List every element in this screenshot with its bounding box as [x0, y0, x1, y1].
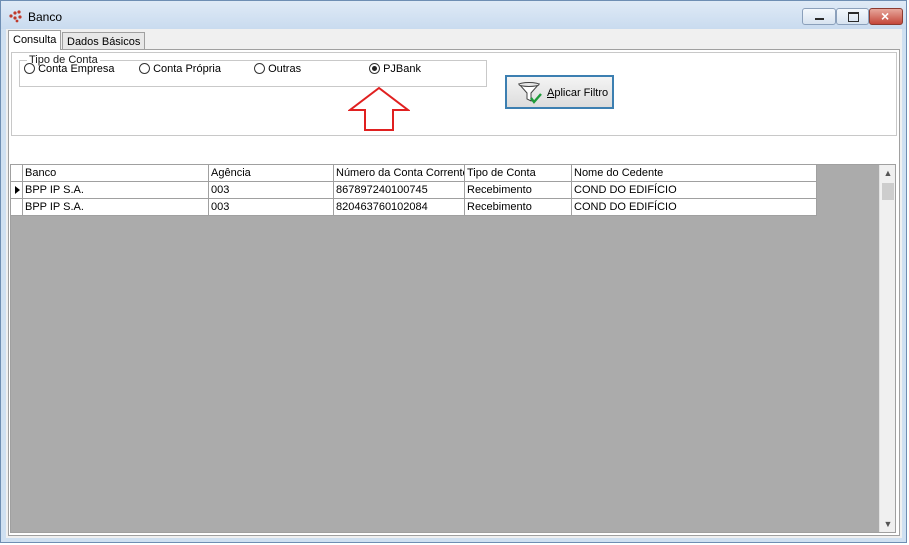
- scroll-thumb[interactable]: [882, 183, 894, 200]
- vertical-scrollbar[interactable]: ▲ ▼: [879, 165, 895, 532]
- main-window: Banco × Consulta Dados Básicos Tipo de C…: [0, 0, 907, 543]
- minimize-button[interactable]: [802, 8, 836, 25]
- accounts-grid[interactable]: Banco Agência Número da Conta Corrente T…: [10, 164, 896, 533]
- row-header-current[interactable]: [11, 182, 23, 199]
- table-cell[interactable]: 867897240100745: [334, 182, 465, 199]
- radio-conta-propria[interactable]: Conta Própria: [139, 63, 221, 75]
- radio-checked-icon: [369, 63, 380, 74]
- maximize-icon: [848, 12, 859, 22]
- radio-unchecked-icon: [24, 63, 35, 74]
- maximize-button[interactable]: [836, 8, 869, 25]
- table-cell[interactable]: 003: [209, 182, 334, 199]
- table-cell[interactable]: COND DO EDIFÍCIO: [572, 182, 817, 199]
- current-row-pointer-icon: [15, 186, 20, 194]
- minimize-icon: [815, 18, 824, 20]
- scroll-down-icon[interactable]: ▼: [880, 516, 895, 532]
- table-cell[interactable]: COND DO EDIFÍCIO: [572, 199, 817, 216]
- table-cell[interactable]: BPP IP S.A.: [23, 182, 209, 199]
- radio-label: Conta Própria: [153, 63, 221, 75]
- tab-dados-basicos[interactable]: Dados Básicos: [62, 32, 146, 50]
- window-title: Banco: [28, 10, 63, 24]
- close-icon: ×: [881, 8, 890, 24]
- table-cell[interactable]: Recebimento: [465, 199, 572, 216]
- column-header-numero-conta[interactable]: Número da Conta Corrente: [334, 165, 465, 182]
- column-header-banco[interactable]: Banco: [23, 165, 209, 182]
- table-cell[interactable]: BPP IP S.A.: [23, 199, 209, 216]
- column-header-tipo-conta[interactable]: Tipo de Conta: [465, 165, 572, 182]
- table-cell[interactable]: 820463760102084: [334, 199, 465, 216]
- column-header-agencia[interactable]: Agência: [209, 165, 334, 182]
- radio-label: PJBank: [383, 63, 421, 75]
- app-logo-icon: [9, 10, 22, 23]
- filter-funnel-icon: [517, 82, 542, 104]
- column-header-nome-cedente[interactable]: Nome do Cedente: [572, 165, 817, 182]
- radio-label: Outras: [268, 63, 302, 75]
- title-bar[interactable]: Banco ×: [1, 1, 906, 29]
- row-header[interactable]: [11, 199, 23, 216]
- filter-panel: Tipo de Conta Conta Empresa Conta Própri…: [11, 52, 897, 136]
- grid-body: Banco Agência Número da Conta Corrente T…: [11, 165, 881, 532]
- table-cell[interactable]: Recebimento: [465, 182, 572, 199]
- grid-corner: [11, 165, 23, 182]
- scroll-up-icon[interactable]: ▲: [880, 165, 895, 181]
- apply-filter-label: Aplicar Filtro: [547, 87, 609, 99]
- radio-conta-empresa[interactable]: Conta Empresa: [24, 63, 115, 75]
- radio-outras[interactable]: Outras: [254, 63, 301, 75]
- radio-pjbank[interactable]: PJBank: [369, 63, 421, 75]
- up-arrow-annotation-icon: [348, 86, 410, 131]
- radio-unchecked-icon: [254, 63, 265, 74]
- apply-filter-button[interactable]: Aplicar Filtro: [505, 75, 614, 109]
- tab-consulta[interactable]: Consulta: [8, 30, 62, 50]
- radio-unchecked-icon: [139, 63, 150, 74]
- table-cell[interactable]: 003: [209, 199, 334, 216]
- close-button[interactable]: ×: [869, 8, 903, 25]
- window-client-area: Consulta Dados Básicos Tipo de Conta Con…: [6, 29, 902, 538]
- radio-label: Conta Empresa: [38, 63, 115, 75]
- tab-page-consulta: Tipo de Conta Conta Empresa Conta Própri…: [8, 49, 900, 536]
